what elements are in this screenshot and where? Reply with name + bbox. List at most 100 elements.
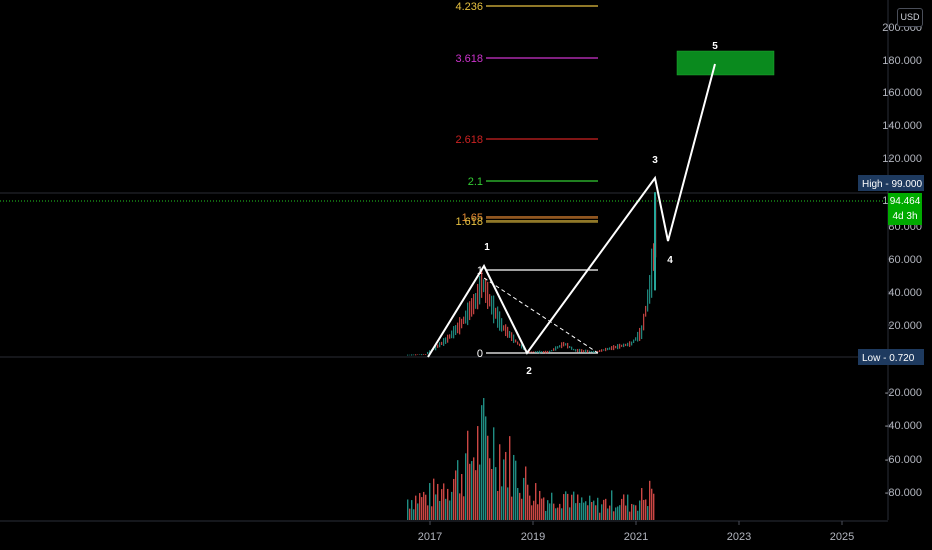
- dashed-trend-line: [483, 277, 599, 354]
- volume-bar: [409, 508, 411, 520]
- volume-bar: [653, 493, 655, 520]
- y-tick-label: 160.000: [882, 87, 922, 99]
- fib-label: 2.1: [468, 176, 483, 188]
- volume-bar: [515, 460, 517, 520]
- volume-bar: [585, 501, 587, 520]
- elliott-wave-path: [427, 63, 716, 358]
- volume-bar: [413, 509, 415, 520]
- volume-bar: [637, 510, 639, 520]
- volume-bar: [445, 498, 447, 520]
- volume-bar: [577, 494, 579, 520]
- volume-bar: [621, 498, 623, 520]
- y-tick-label: 120.000: [882, 153, 922, 165]
- target-zone: [676, 50, 775, 76]
- volume-bar: [603, 499, 605, 520]
- volume-bar: [463, 496, 465, 520]
- x-tick-label: 2017: [418, 531, 442, 543]
- volume-bar: [471, 461, 473, 520]
- volume-bar: [599, 512, 601, 520]
- volume-bar: [613, 511, 615, 520]
- volume-bar: [503, 459, 505, 520]
- fib-label: 1.618: [455, 216, 483, 228]
- volume-bar: [647, 506, 649, 520]
- volume-bar: [497, 490, 499, 520]
- volume-bar: [423, 491, 425, 520]
- volume-bar: [505, 451, 507, 520]
- current-price-countdown: 4d 3h: [892, 211, 917, 222]
- volume-bar: [605, 498, 607, 520]
- volume-bar: [529, 495, 531, 520]
- volume-bar: [485, 416, 487, 520]
- volume-bar: [563, 494, 565, 520]
- wave-label: 2: [526, 366, 532, 377]
- volume-bar: [493, 427, 495, 520]
- volume-bar: [441, 489, 443, 520]
- volume-bar: [553, 503, 555, 520]
- volume-bar: [629, 511, 631, 520]
- volume-bar: [547, 500, 549, 520]
- volume-bar: [549, 503, 551, 520]
- volume-bar: [535, 483, 537, 520]
- volume-bar: [451, 491, 453, 520]
- chart[interactable]: 200.000180.000160.000140.000120.000100.0…: [0, 0, 932, 550]
- volume-bar: [631, 503, 633, 520]
- volume-bar: [581, 497, 583, 520]
- volume-bar: [645, 499, 647, 520]
- volume-bar: [541, 498, 543, 520]
- volume-bar: [611, 490, 613, 520]
- fib-label: 0: [477, 348, 483, 360]
- volume-bar: [557, 507, 559, 520]
- volume-bar: [457, 460, 459, 520]
- volume-bar: [583, 502, 585, 520]
- volume-bar: [439, 500, 441, 520]
- volume-bar: [595, 505, 597, 520]
- currency-badge[interactable]: USD: [897, 8, 923, 27]
- y-tick-label: 20.000: [888, 320, 922, 332]
- volume-bar: [475, 470, 477, 520]
- volume-bar: [527, 484, 529, 520]
- volume-bar: [517, 487, 519, 520]
- volume-bar: [447, 488, 449, 520]
- wave-label: 3: [652, 155, 658, 166]
- volume-bar: [481, 405, 483, 520]
- volume-bar: [483, 398, 485, 520]
- volume-bar: [639, 500, 641, 520]
- volume-bar: [509, 436, 511, 520]
- volume-bar: [559, 503, 561, 520]
- volume-bar: [539, 490, 541, 520]
- volume-bar: [417, 503, 419, 520]
- fib-label: 3.618: [455, 53, 483, 65]
- volume-bar: [533, 500, 535, 520]
- wave-label: 4: [667, 255, 673, 266]
- volume-bar: [569, 507, 571, 520]
- volume-bar: [461, 474, 463, 520]
- y-tick-label: 180.000: [882, 55, 922, 67]
- volume-bar: [571, 494, 573, 520]
- volume-bar: [491, 468, 493, 520]
- volume-bar: [649, 480, 651, 520]
- volume-bar: [617, 506, 619, 520]
- fib-label: 4.236: [455, 1, 483, 13]
- x-tick-label: 2019: [521, 531, 545, 543]
- volume-bar: [437, 483, 439, 520]
- volume-bar: [519, 492, 521, 520]
- volume-bar: [489, 458, 491, 520]
- current-price-value: 94.464: [890, 196, 921, 207]
- volume-bar: [521, 498, 523, 520]
- volume-bar: [565, 491, 567, 520]
- volume-bar: [561, 508, 563, 520]
- volume-bar: [525, 466, 527, 520]
- volume-bar: [477, 426, 479, 520]
- wave-label: 5: [712, 41, 718, 52]
- volume-bar: [443, 483, 445, 520]
- volume-bar: [473, 457, 475, 520]
- volume-bar: [545, 510, 547, 520]
- volume-bar: [591, 501, 593, 520]
- volume-bar: [407, 499, 409, 520]
- volume-bar: [465, 453, 467, 520]
- volume-bar: [587, 505, 589, 520]
- volume-bar: [455, 470, 457, 520]
- volume-bar: [467, 430, 469, 520]
- x-tick-label: 2025: [830, 531, 854, 543]
- volume-bar: [551, 492, 553, 520]
